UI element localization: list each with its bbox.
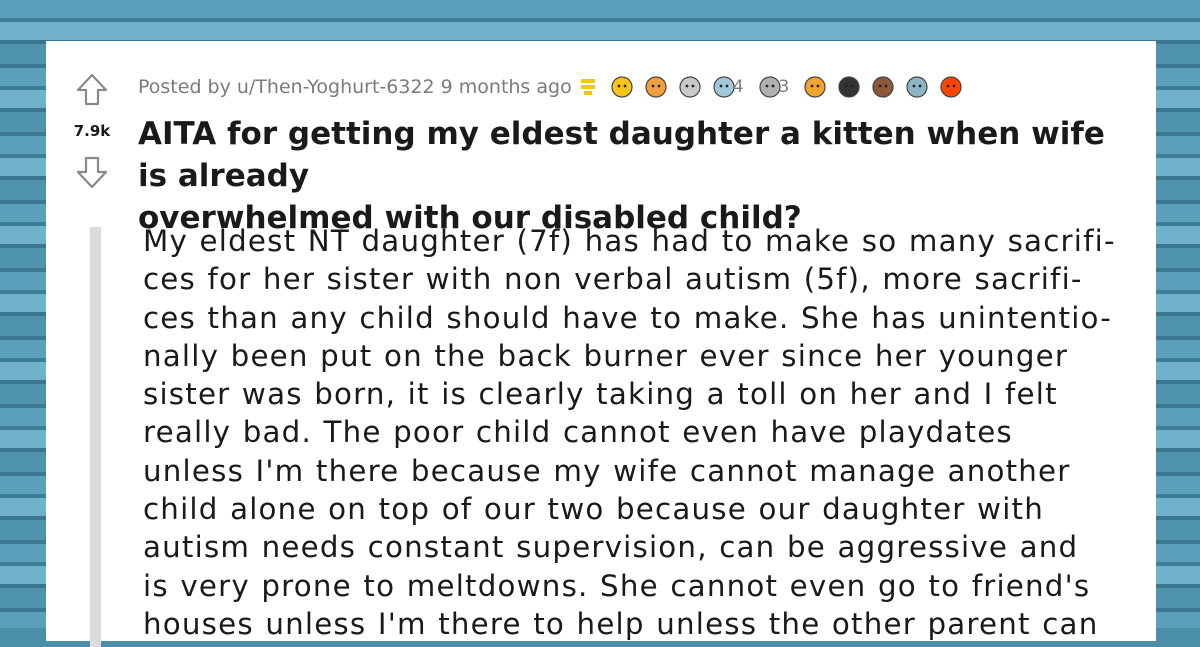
body-line: houses unless I'm there to help unless t… <box>143 606 1099 641</box>
post-body: My eldest NT daughter (7f) has had to ma… <box>143 222 1135 643</box>
helpful-award-icon[interactable] <box>610 75 634 99</box>
post-title[interactable]: AITA for getting my eldest daughter a ki… <box>138 113 1138 239</box>
penguin-award-icon[interactable] <box>837 75 861 99</box>
body-line: ces than any child should have to make. … <box>143 300 1112 335</box>
kitty-award-icon[interactable] <box>803 75 827 99</box>
quote-bar <box>90 227 101 647</box>
pin-icon <box>580 78 596 96</box>
body-line: autism needs constant supervision, can b… <box>143 530 1079 565</box>
vote-score: 7.9k <box>73 122 111 140</box>
upvote-icon[interactable] <box>76 73 108 107</box>
body-line: ces for her sister with non verbal autis… <box>143 262 1083 297</box>
body-line: nally been put on the back burner ever s… <box>143 338 1069 373</box>
title-line: AITA for getting my eldest daughter a ki… <box>138 116 1105 194</box>
vote-column: 7.9k <box>46 41 138 211</box>
hugs-award-icon[interactable] <box>905 75 929 99</box>
wholesome-hand-award-icon[interactable] <box>644 75 668 99</box>
body-line: is very prone to meltdowns. She cannot e… <box>143 568 1091 603</box>
award-count: 3 <box>778 77 790 97</box>
body-line: child alone on top of our two because ou… <box>143 492 1045 527</box>
bear-award-icon[interactable] <box>871 75 895 99</box>
body-line: really bad. The poor child cannot even h… <box>143 415 1013 450</box>
snoo-award-icon[interactable] <box>939 75 963 99</box>
post-time[interactable]: 9 months ago <box>441 76 572 98</box>
post-card: 7.9k Posted by u/Then-Yoghurt-6322 9 mon… <box>46 41 1156 647</box>
body-line: unless I'm there because my wife cannot … <box>143 453 1071 488</box>
body-line: My eldest NT daughter (7f) has had to ma… <box>143 224 1116 258</box>
hugz-award-icon[interactable] <box>678 75 702 99</box>
author-link[interactable]: Posted by u/Then-Yoghurt-6322 <box>138 76 435 98</box>
body-line: sister was born, it is clearly taking a … <box>143 377 1058 412</box>
post-meta: Posted by u/Then-Yoghurt-6322 9 months a… <box>138 74 963 100</box>
awards-row: 43 <box>610 75 964 99</box>
award-count: 4 <box>732 77 744 97</box>
downvote-icon[interactable] <box>76 155 108 189</box>
